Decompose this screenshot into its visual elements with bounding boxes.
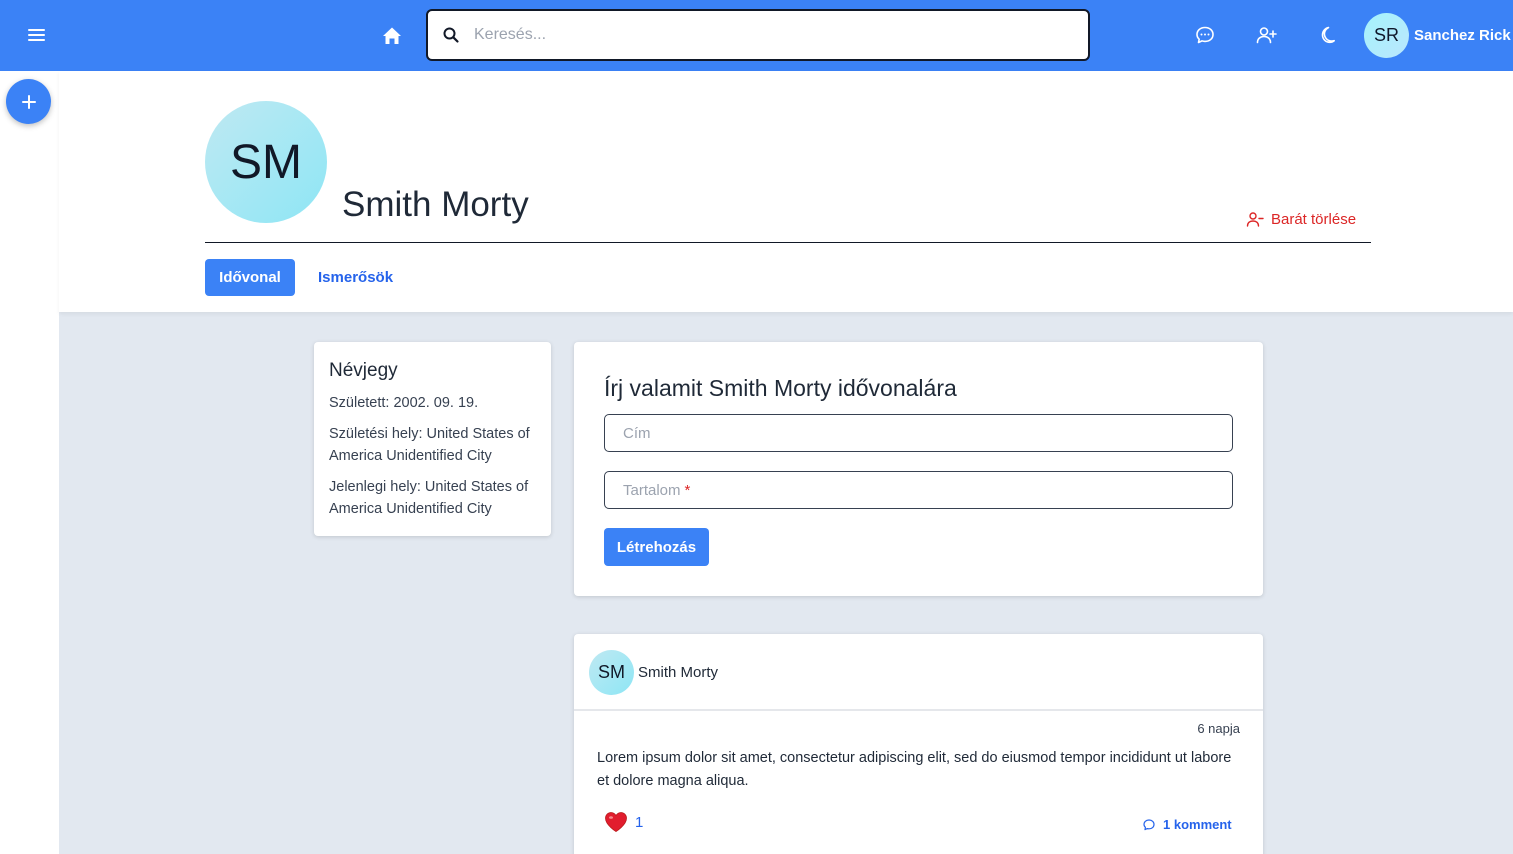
search-input[interactable]	[474, 26, 1054, 44]
post-header: SM Smith Morty	[574, 634, 1263, 711]
profile-header: SM Smith Morty Barát törlése Idővonal Is…	[59, 71, 1513, 312]
title-input[interactable]: Cím	[604, 414, 1233, 452]
post-form-card: Írj valamit Smith Morty idővonalára Cím …	[574, 342, 1263, 596]
create-button[interactable]: Létrehozás	[604, 528, 709, 566]
tab-timeline[interactable]: Idővonal	[205, 259, 295, 296]
left-sidebar	[0, 71, 59, 854]
post-author-name[interactable]: Smith Morty	[638, 664, 718, 681]
messages-icon[interactable]	[1193, 23, 1217, 47]
search-icon	[442, 26, 460, 44]
remove-friend-button[interactable]: Barát törlése	[1246, 210, 1356, 228]
remove-friend-label: Barát törlése	[1271, 210, 1357, 228]
about-birthplace: Születési hely: United States of America…	[329, 425, 530, 465]
top-navigation-bar: SR Sanchez Rick	[0, 0, 1513, 71]
title-placeholder: Cím	[623, 424, 651, 442]
post-body: Lorem ipsum dolor sit amet, consectetur …	[597, 750, 1232, 789]
required-mark: *	[684, 481, 691, 499]
heart-icon[interactable]	[604, 811, 628, 833]
comments-link[interactable]: 1 komment	[1142, 817, 1232, 832]
plus-icon	[21, 94, 36, 109]
home-icon[interactable]	[380, 24, 404, 48]
post-timestamp: 6 napja	[1197, 721, 1240, 736]
post-card: SM Smith Morty 6 napja Lorem ipsum dolor…	[574, 634, 1263, 854]
header-divider	[205, 242, 1371, 243]
add-friend-icon[interactable]	[1254, 23, 1278, 47]
comments-label: 1 komment	[1163, 817, 1232, 832]
post-author-avatar[interactable]: SM	[589, 650, 634, 695]
comment-icon	[1143, 818, 1155, 830]
like-count[interactable]: 1	[635, 814, 643, 831]
about-born: Született: 2002. 09. 19.	[329, 395, 479, 411]
about-current-place: Jelenlegi hely: United States of America…	[329, 478, 529, 518]
about-title: Névjegy	[329, 360, 398, 381]
create-post-button[interactable]	[6, 79, 51, 124]
profile-avatar: SM	[205, 101, 327, 223]
dark-mode-icon[interactable]	[1314, 23, 1338, 47]
about-card: Névjegy Született: 2002. 09. 19. Születé…	[314, 342, 551, 536]
content-placeholder: Tartalom	[623, 481, 681, 499]
menu-icon[interactable]	[22, 23, 50, 47]
search-bar	[426, 9, 1090, 61]
post-form-title: Írj valamit Smith Morty idővonalára	[604, 375, 957, 401]
tab-friends[interactable]: Ismerősök	[318, 269, 393, 286]
user-name[interactable]: Sanchez Rick	[1414, 27, 1511, 44]
content-input[interactable]: Tartalom *	[604, 471, 1233, 509]
user-avatar[interactable]: SR	[1364, 13, 1409, 58]
profile-name: Smith Morty	[342, 185, 529, 224]
remove-friend-icon	[1246, 212, 1264, 227]
